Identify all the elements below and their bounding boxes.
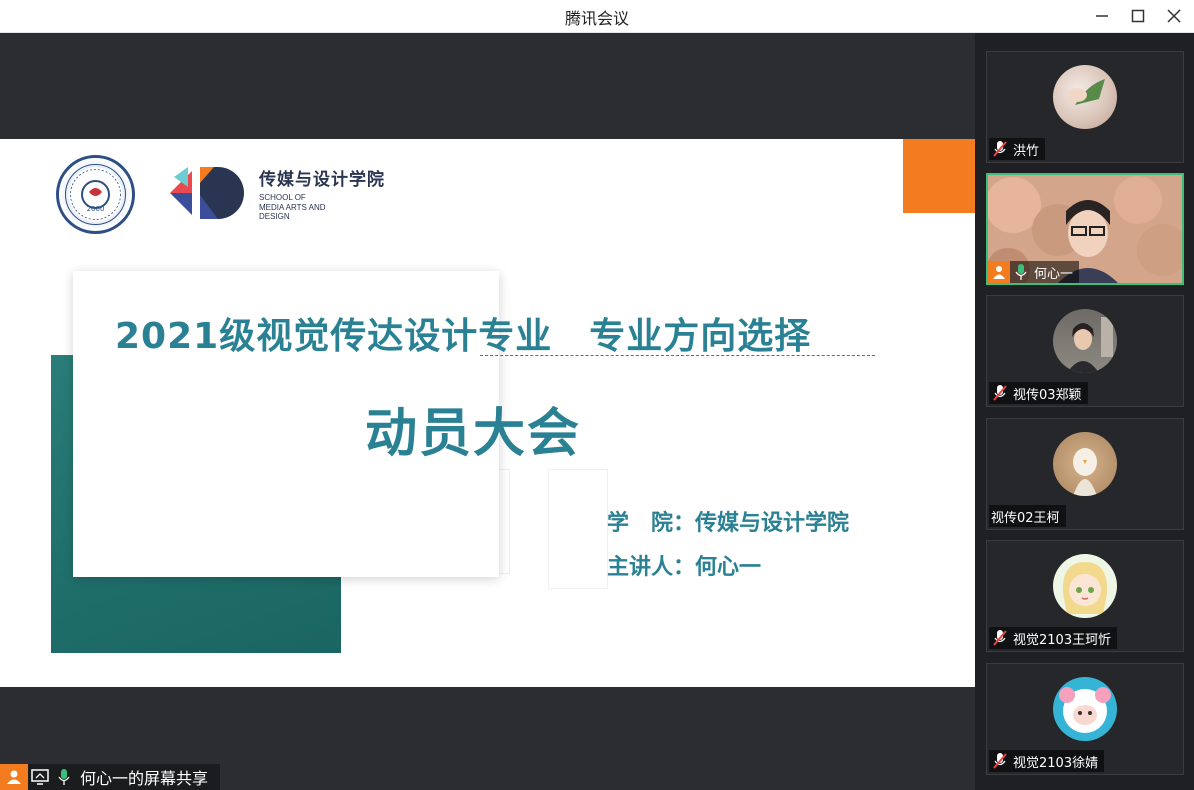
- mic-muted-icon: [989, 138, 1011, 160]
- title-bar: 腾讯会议: [0, 0, 1194, 33]
- mic-on-icon[interactable]: [52, 764, 76, 790]
- maximize-button[interactable]: [1123, 3, 1153, 29]
- participant-name-tag: 视觉2103王珂忻: [989, 627, 1118, 649]
- seal-ring-icon: [65, 164, 126, 225]
- close-button[interactable]: [1159, 3, 1189, 29]
- participant-name-tag: 何心一: [988, 261, 1080, 283]
- avatar: [1053, 432, 1117, 496]
- participant-tile[interactable]: 视传02王柯: [986, 418, 1184, 530]
- meeting-window: 腾讯会议 2000 传媒与设计学院 SCHOOL OF MEDIA ARTS A…: [0, 0, 1194, 790]
- university-seal-logo: 2000: [56, 155, 135, 234]
- screen-share-label: 何心一的屏幕共享: [80, 769, 209, 788]
- participant-tile[interactable]: 视觉2103徐婧: [986, 663, 1184, 775]
- school-name-cn: 传媒与设计学院: [259, 170, 385, 190]
- mic-muted-icon: [989, 750, 1011, 772]
- participant-name-tag: 视传03郑颖: [989, 382, 1088, 404]
- participant-video-list: 洪竹 何心一 视传03郑颖 视传02王柯 视觉2103王珂忻 视觉2103徐婧: [975, 33, 1194, 790]
- mic-muted-icon: [989, 382, 1011, 404]
- participant-name-tag: 视觉2103徐婧: [989, 750, 1105, 772]
- person-icon: [0, 764, 28, 790]
- window-title: 腾讯会议: [564, 9, 629, 28]
- college-line: 学 院：传媒与设计学院: [607, 511, 850, 536]
- ghost-shape: [548, 469, 608, 589]
- participant-tile-active[interactable]: 何心一: [986, 173, 1184, 285]
- mic-muted-icon: [989, 627, 1011, 649]
- slide-sub-title: 动员大会: [365, 404, 582, 464]
- dashed-divider: [480, 355, 875, 356]
- screen-share-indicator[interactable]: 何心一的屏幕共享: [0, 764, 220, 790]
- participant-tile[interactable]: 洪竹: [986, 51, 1184, 163]
- minimize-button[interactable]: [1087, 3, 1117, 29]
- participant-name-tag: 洪竹: [989, 138, 1046, 160]
- orange-decor-block: [903, 139, 975, 213]
- school-name-en: SCHOOL OF MEDIA ARTS AND DESIGN: [259, 193, 326, 221]
- screen-share-icon: [28, 764, 52, 790]
- shared-screen-area[interactable]: 2000 传媒与设计学院 SCHOOL OF MEDIA ARTS AND DE…: [0, 33, 975, 790]
- presentation-slide: 2000 传媒与设计学院 SCHOOL OF MEDIA ARTS AND DE…: [0, 139, 975, 687]
- minimize-icon: [1096, 15, 1108, 17]
- participant-tile[interactable]: 视觉2103王珂忻: [986, 540, 1184, 652]
- host-person-icon: [988, 261, 1010, 283]
- speaker-line: 主讲人：何心一: [607, 555, 762, 580]
- mic-on-icon: [1010, 261, 1032, 283]
- maximize-icon: [1131, 9, 1145, 23]
- close-icon: [1167, 9, 1181, 23]
- avatar: [1053, 65, 1117, 129]
- avatar: [1053, 309, 1117, 373]
- avatar: [1053, 554, 1117, 618]
- participant-tile[interactable]: 视传03郑颖: [986, 295, 1184, 407]
- slide-main-title: 2021级视觉传达设计专业 专业方向选择: [115, 316, 812, 357]
- participant-name-tag: 视传02王柯: [989, 505, 1066, 527]
- avatar: [1053, 677, 1117, 741]
- school-logo: [170, 167, 244, 219]
